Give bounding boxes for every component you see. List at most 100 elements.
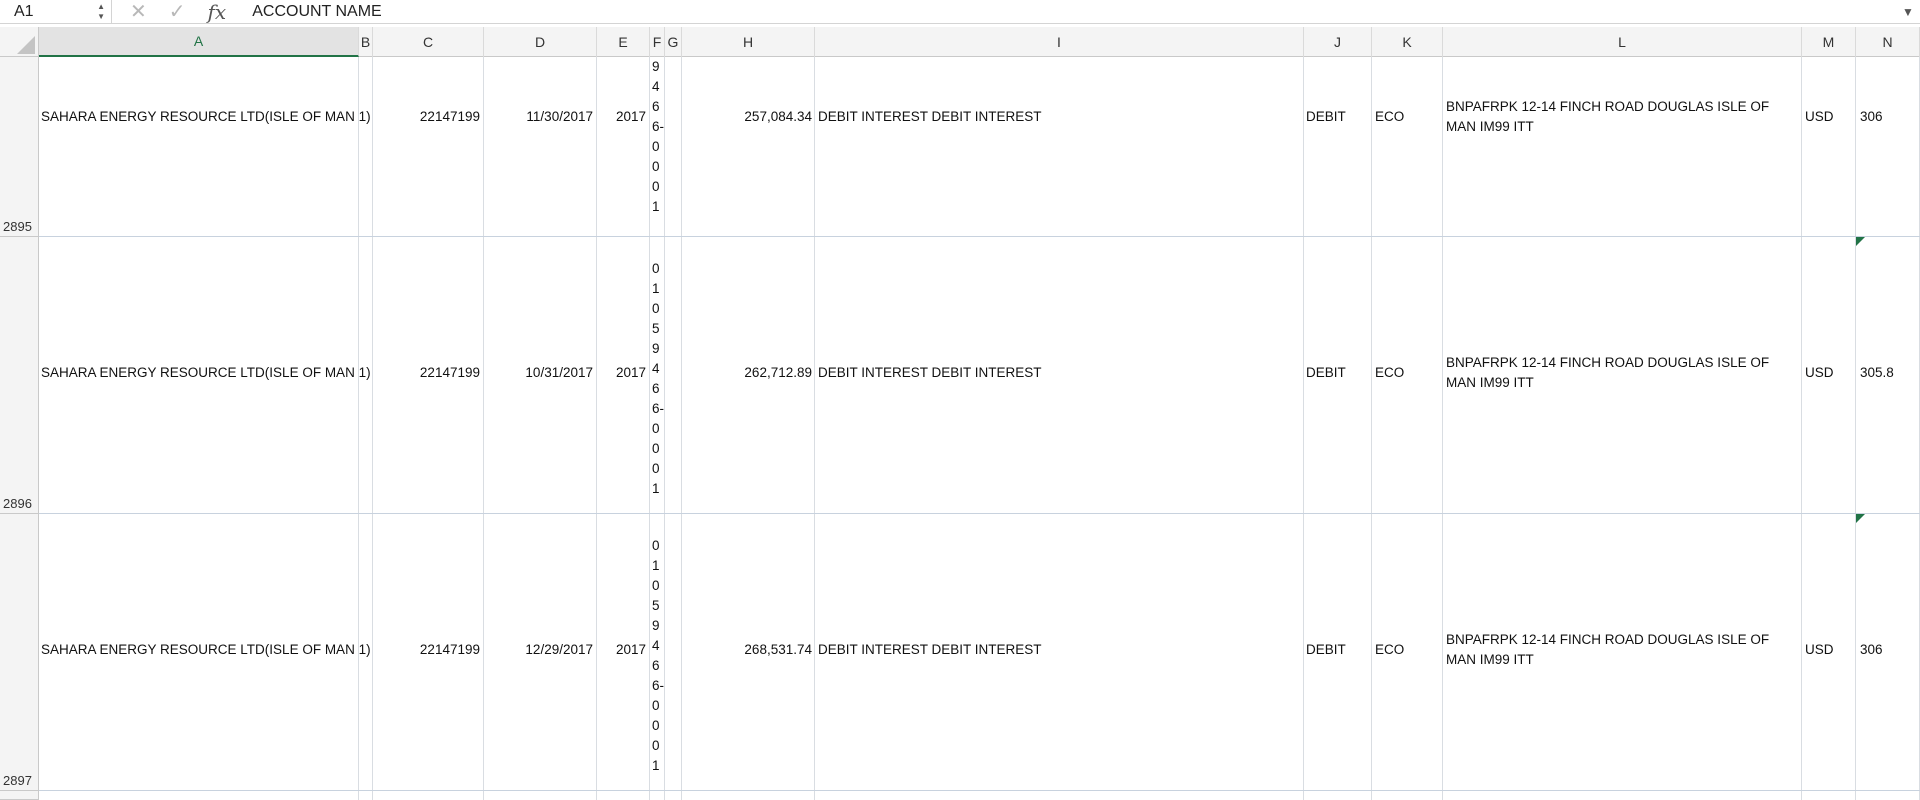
cell-reference-char: 6: [652, 381, 660, 396]
cell-account-name: SAHARA ENERGY RESOURCE LTD(ISLE OF MAN 1…: [41, 109, 371, 124]
column-header-a[interactable]: A: [39, 27, 359, 57]
cell-amount: 262,712.89: [744, 365, 812, 380]
row-header-2895[interactable]: 2895: [0, 57, 39, 237]
column-header-m[interactable]: M: [1802, 27, 1856, 57]
row-header-2897[interactable]: 2897: [0, 514, 39, 791]
cell-reference-char: 0: [652, 261, 660, 276]
close-icon[interactable]: ✕: [130, 0, 147, 24]
cell-year: 2017: [615, 365, 646, 380]
column-header-n[interactable]: N: [1856, 27, 1920, 57]
column-gridline: [814, 57, 815, 800]
cell-rate: 305.8: [1860, 365, 1894, 380]
cell-account-number: 22147199: [419, 109, 480, 124]
cell-reference-char: 1: [652, 758, 660, 773]
row-gridline: [39, 236, 1920, 237]
cell-description: DEBIT INTEREST DEBIT INTEREST: [818, 365, 1042, 380]
fx-icon[interactable]: fx: [208, 0, 227, 24]
formula-tools: ✕ ✓ fx: [112, 0, 226, 24]
cell-bank-address: BNPAFRPK 12-14 FINCH ROAD DOUGLAS ISLE O…: [1446, 632, 1770, 667]
row-gridline: [39, 790, 1920, 791]
column-header-h[interactable]: H: [682, 27, 815, 57]
cell-amount: 257,084.34: [744, 109, 812, 124]
cell-reference-char: 6-: [652, 678, 665, 693]
check-icon[interactable]: ✓: [169, 0, 186, 24]
column-header-j[interactable]: J: [1304, 27, 1372, 57]
column-header-d[interactable]: D: [484, 27, 597, 57]
column-header-b[interactable]: B: [359, 27, 373, 57]
number-as-text-warning-icon[interactable]: [1856, 514, 1865, 523]
cell-date: 10/31/2017: [525, 365, 593, 380]
cell-currency: USD: [1805, 109, 1834, 124]
column-header-g[interactable]: G: [665, 27, 682, 57]
column-gridline: [1303, 57, 1304, 800]
cell-reference-char: 1: [652, 558, 660, 573]
column-gridline: [1442, 57, 1443, 800]
cell-reference-char: 1: [652, 481, 660, 496]
cell-account-name: SAHARA ENERGY RESOURCE LTD(ISLE OF MAN 1…: [41, 365, 371, 380]
cell-year: 2017: [615, 109, 646, 124]
column-gridline: [1801, 57, 1802, 800]
column-header-k[interactable]: K: [1372, 27, 1443, 57]
cell-reference-char: 6: [652, 99, 660, 114]
cell-reference-char: 0: [652, 738, 660, 753]
cell-reference-char: 4: [652, 638, 660, 653]
select-all-corner[interactable]: [0, 27, 39, 57]
cell-year: 2017: [615, 642, 646, 657]
cell-reference-char: 4: [652, 361, 660, 376]
cell-reference-char: 6: [652, 658, 660, 673]
cell-date: 12/29/2017: [525, 642, 593, 657]
cell-reference-char: 0: [652, 139, 660, 154]
formula-bar: A1 ▲ ▼ ✕ ✓ fx ACCOUNT NAME ▼: [0, 0, 1920, 24]
column-gridline: [372, 57, 373, 800]
cell-description: DEBIT INTEREST DEBIT INTEREST: [818, 109, 1042, 124]
cell-account-name: SAHARA ENERGY RESOURCE LTD(ISLE OF MAN 1…: [41, 642, 371, 657]
cell-reference-char: 0: [652, 461, 660, 476]
cell-reference-char: 0: [652, 301, 660, 316]
cell-bank-address: BNPAFRPK 12-14 FINCH ROAD DOUGLAS ISLE O…: [1446, 355, 1770, 390]
cell-reference-char: 0: [652, 179, 660, 194]
cell-category: ECO: [1375, 642, 1405, 657]
cell-bank-address: BNPAFRPK 12-14 FINCH ROAD DOUGLAS ISLE O…: [1446, 99, 1770, 134]
column-gridline: [1855, 57, 1856, 800]
cell-reference-char: 9: [652, 59, 660, 74]
cell-reference-char: 0: [652, 421, 660, 436]
column-header-e[interactable]: E: [597, 27, 650, 57]
cell-reference-char: 0: [652, 698, 660, 713]
cell-type: DEBIT: [1306, 109, 1346, 124]
spreadsheet-grid[interactable]: 2895 SAHARA ENERGY RESOURCE LTD(ISLE OF M…: [0, 57, 1920, 800]
cell-account-number: 22147199: [419, 642, 480, 657]
number-as-text-warning-icon[interactable]: [1856, 237, 1865, 246]
name-box-value: A1: [14, 2, 34, 20]
cell-reference-char: 0: [652, 538, 660, 553]
row-header-2896[interactable]: 2896: [0, 237, 39, 514]
name-box-stepper-icon[interactable]: ▲ ▼: [97, 2, 105, 22]
cell-rate: 306: [1860, 642, 1883, 657]
cell-currency: USD: [1805, 365, 1834, 380]
cell-category: ECO: [1375, 109, 1405, 124]
cell-reference-char: 9: [652, 618, 660, 633]
cell-category: ECO: [1375, 365, 1405, 380]
cell-reference-char: 6-: [652, 119, 665, 134]
column-gridline: [1371, 57, 1372, 800]
cell-reference-char: 1: [652, 281, 660, 296]
name-box[interactable]: A1 ▲ ▼: [0, 0, 112, 24]
row-header-partial[interactable]: [0, 791, 39, 800]
cell-reference-char: 5: [652, 598, 660, 613]
cell-reference-char: 5: [652, 321, 660, 336]
chevron-down-icon[interactable]: ▼: [1896, 5, 1920, 19]
column-header-c[interactable]: C: [373, 27, 484, 57]
cell-description: DEBIT INTEREST DEBIT INTEREST: [818, 642, 1042, 657]
formula-input[interactable]: ACCOUNT NAME: [252, 3, 1896, 21]
cell-reference-char: 9: [652, 341, 660, 356]
column-gridline: [596, 57, 597, 800]
cell-amount: 268,531.74: [744, 642, 812, 657]
cell-currency: USD: [1805, 642, 1834, 657]
column-header-l[interactable]: L: [1443, 27, 1802, 57]
column-header-i[interactable]: I: [815, 27, 1304, 57]
cell-account-number: 22147199: [419, 365, 480, 380]
select-all-icon: [17, 36, 35, 54]
column-header-f[interactable]: F: [650, 27, 665, 57]
cell-date: 11/30/2017: [526, 109, 593, 124]
cell-reference-char: 4: [652, 79, 660, 94]
cell-type: DEBIT: [1306, 365, 1346, 380]
